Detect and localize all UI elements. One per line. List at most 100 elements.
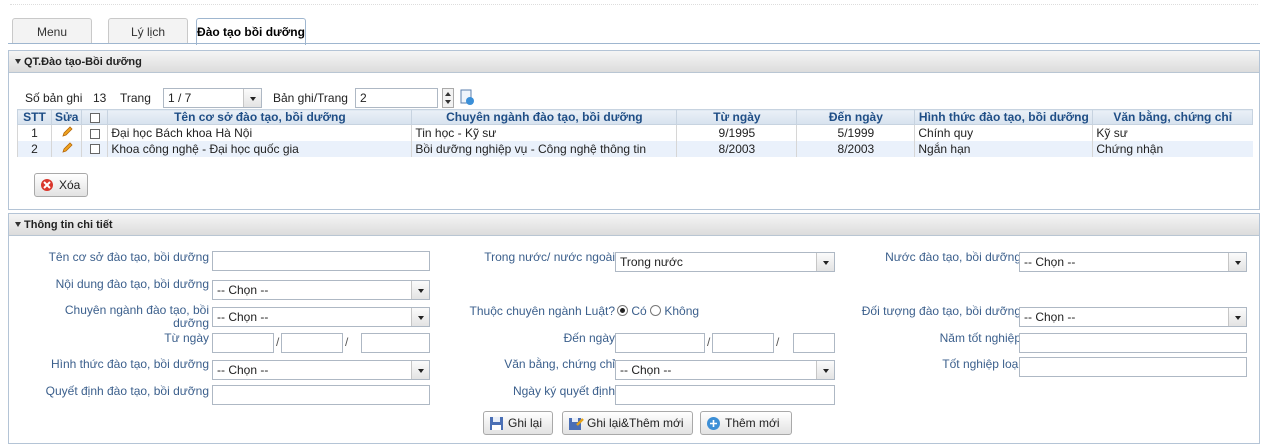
edit-cell[interactable] <box>50 124 82 141</box>
country-value: -- Chọn -- <box>1024 255 1076 269</box>
to-label: Đến ngày <box>563 331 615 345</box>
select-all-checkbox[interactable] <box>89 112 100 123</box>
major-label-line1: Chuyên ngành đào tạo, bồi <box>64 303 209 317</box>
law-yes-radio[interactable] <box>617 305 628 317</box>
law-no-radio[interactable] <box>650 305 662 317</box>
domestic-select[interactable]: Trong nước <box>615 252 835 272</box>
pencil-icon[interactable] <box>61 141 73 153</box>
export-icon[interactable] <box>459 89 475 106</box>
row-checkbox-cell[interactable] <box>81 124 108 141</box>
target-select[interactable]: -- Chọn -- <box>1019 307 1247 327</box>
save-add-icon <box>569 418 584 430</box>
save-and-new-button[interactable]: Ghi lại&Thêm mới <box>562 411 693 435</box>
date-separator: / <box>707 335 711 349</box>
per-page-label: Bản ghi/Trang <box>273 91 348 105</box>
to-year-input[interactable] <box>793 333 835 353</box>
delete-button[interactable]: Xóa <box>34 173 88 197</box>
row-school: Khoa công nghệ - Đại học quốc gia <box>107 140 412 157</box>
row-from: 8/2003 <box>676 140 797 157</box>
spin-down-icon <box>445 100 451 104</box>
table-row[interactable]: 1 Đại học Bách khoa Hà Nội Tin học - Kỹ … <box>17 124 1253 141</box>
col-major: Chuyên ngành đào tạo, bồi dưỡng <box>411 109 678 125</box>
page-select[interactable]: 1 / 7 <box>163 88 262 108</box>
save-button[interactable]: Ghi lại <box>483 411 553 435</box>
target-value: -- Chọn -- <box>1024 310 1076 324</box>
per-page-spinner[interactable] <box>442 88 454 108</box>
cert-value: -- Chọn -- <box>620 363 672 377</box>
major-select[interactable]: -- Chọn -- <box>212 307 430 327</box>
tab-dao-tao[interactable]: Đào tạo bồi dưỡng <box>196 18 306 45</box>
sign-date-input[interactable] <box>615 385 835 405</box>
row-stt: 2 <box>17 140 52 157</box>
edit-cell[interactable] <box>50 140 82 157</box>
chevron-down-icon <box>1228 253 1246 271</box>
row-form: Chính quy <box>914 124 1093 141</box>
law-yes-label: Có <box>631 304 647 318</box>
date-separator: / <box>345 335 349 349</box>
chevron-down-icon <box>243 89 261 107</box>
major-value: -- Chọn -- <box>217 310 269 324</box>
col-select-all[interactable] <box>81 109 109 125</box>
form-select[interactable]: -- Chọn -- <box>212 360 430 380</box>
decision-label: Quyết định đào tạo, bồi dưỡng <box>45 384 209 398</box>
globe-add-icon <box>707 417 720 430</box>
tab-menu[interactable]: Menu <box>12 18 92 44</box>
from-year-input[interactable] <box>361 333 430 353</box>
chevron-down-icon <box>816 361 834 379</box>
chevron-down-icon <box>411 361 429 379</box>
row-form: Ngắn hạn <box>914 140 1093 157</box>
training-list-header[interactable]: QT.Đào tạo-Bồi dưỡng <box>9 51 1259 73</box>
row-checkbox[interactable] <box>89 128 100 139</box>
save-label: Ghi lại <box>508 416 543 430</box>
row-cert: Kỹ sư <box>1092 124 1253 141</box>
country-label: Nước đào tạo, bồi dưỡng <box>885 250 1021 264</box>
collapse-arrow-icon <box>15 58 21 64</box>
decision-input[interactable] <box>212 385 430 405</box>
record-count-label: Số bản ghi <box>25 91 83 105</box>
table-row[interactable]: 2 Khoa công nghệ - Đại học quốc gia Bồi … <box>17 140 1253 157</box>
chevron-down-icon <box>411 281 429 299</box>
from-day-input[interactable] <box>212 333 274 353</box>
row-cert: Chứng nhận <box>1092 140 1253 157</box>
to-month-input[interactable] <box>712 333 774 353</box>
row-from: 9/1995 <box>676 124 797 141</box>
pencil-icon[interactable] <box>61 125 73 137</box>
date-separator: / <box>776 335 780 349</box>
country-select[interactable]: -- Chọn -- <box>1019 252 1247 272</box>
domestic-label: Trong nước/ nước ngoài <box>484 250 615 264</box>
chevron-down-icon <box>816 253 834 271</box>
per-page-input[interactable]: 2 <box>355 88 438 108</box>
content-value: -- Chọn -- <box>217 283 269 297</box>
from-label: Từ ngày <box>164 331 209 345</box>
floppy-disk-icon <box>490 417 503 430</box>
row-checkbox[interactable] <box>89 144 100 155</box>
major-label: Chuyên ngành đào tạo, bồi dưỡng <box>65 304 209 330</box>
col-edit: Sửa <box>50 109 83 125</box>
domestic-value: Trong nước <box>620 255 683 269</box>
grad-year-label: Năm tốt nghiệp <box>939 331 1021 345</box>
grad-rank-input[interactable] <box>1019 357 1247 377</box>
add-new-button[interactable]: Thêm mới <box>700 411 792 435</box>
row-checkbox-cell[interactable] <box>81 140 108 157</box>
tab-underline <box>8 43 1260 44</box>
collapse-arrow-icon <box>15 221 21 227</box>
cert-select[interactable]: -- Chọn -- <box>615 360 835 380</box>
grad-year-input[interactable] <box>1019 333 1247 353</box>
sign-date-label: Ngày ký quyết định <box>512 384 615 398</box>
content-select[interactable]: -- Chọn -- <box>212 280 430 300</box>
row-to: 5/1999 <box>796 124 915 141</box>
from-month-input[interactable] <box>281 333 343 353</box>
tab-ly-lich[interactable]: Lý lịch <box>108 18 188 44</box>
save-and-new-label: Ghi lại&Thêm mới <box>587 416 684 430</box>
close-icon <box>41 179 53 191</box>
to-day-input[interactable] <box>615 333 705 353</box>
col-school: Tên cơ sở đào tạo, bồi dưỡng <box>107 109 413 125</box>
page-value: 1 / 7 <box>168 91 192 105</box>
detail-header[interactable]: Thông tin chi tiết <box>9 214 1259 236</box>
school-input[interactable] <box>212 251 430 271</box>
chevron-down-icon <box>411 308 429 326</box>
major-label-line2: dưỡng <box>173 316 209 330</box>
page-label: Trang <box>120 91 151 105</box>
target-label: Đối tượng đào tạo, bồi dưỡng <box>861 304 1021 318</box>
cert-label: Văn bằng, chứng chỉ <box>504 357 615 371</box>
